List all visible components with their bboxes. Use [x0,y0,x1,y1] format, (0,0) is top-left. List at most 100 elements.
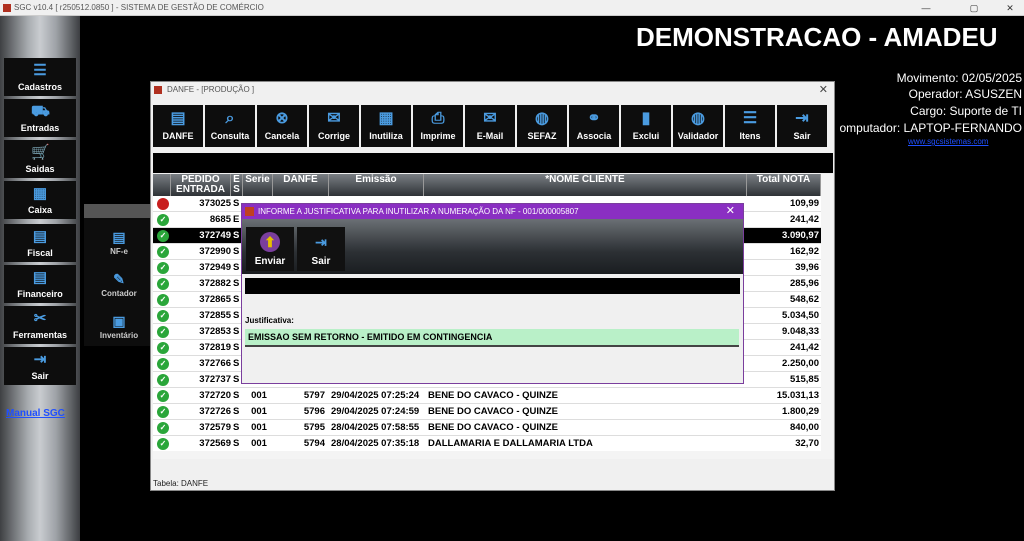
cell-total: 39,96 [795,262,819,273]
table-row[interactable]: ✓ 372579 S 001 5795 28/04/2025 07:58:55 BENE D… [153,420,821,436]
email-icon: ✉ [483,110,497,127]
status-ok-icon: ✓ [157,278,169,290]
cell-total: 2.250,00 [782,358,819,369]
cell-pedido: 372737 [199,374,231,385]
toolbar-sefaz-button[interactable]: ◍ SEFAZ [517,105,567,147]
cell-pedido: 372569 [199,438,231,449]
sidebar-item-fiscal[interactable]: ▤ Fiscal [4,224,76,262]
accountant-icon: ✎ [113,271,125,287]
subpanel-item-nfe[interactable]: ▤ NF-e [86,226,152,262]
list-icon: ☰ [742,110,758,127]
minimize-button[interactable]: — [912,0,940,16]
col-emissao-header[interactable]: Emissão [329,174,424,196]
justificativa-input[interactable]: EMISSAO SEM RETORNO - EMITIDO EM CONTING… [245,329,739,347]
col-es-header[interactable]: E S [231,174,243,196]
danfe-title: DANFE - [PRODUÇÃO ] [167,85,255,94]
main-sidebar: ☰ Cadastros ⛟ Entradas 🛒 Saidas ▦ Caixa ▤ Fis… [0,16,80,541]
sidebar-item-saidas[interactable]: 🛒 Saidas [4,140,76,178]
status-ok-icon: ✓ [157,326,169,338]
sidebar-item-financeiro[interactable]: ▤ Financeiro [4,265,76,303]
grid-header: PEDIDO ENTRADA E S Serie DANFE Emissão *… [153,174,833,196]
col-serie-header[interactable]: Serie [243,174,273,196]
mail-icon: ✉ [327,110,341,127]
app-logo-icon [3,4,11,12]
fiscal-subpanel: ▤ NF-e ✎ Contador ▣ Inventário [84,204,154,346]
operador-info: Operador: ASUSZEN [908,87,1022,101]
grid-horizontal-scrollbar[interactable] [153,451,821,459]
finance-doc-icon: ▤ [32,269,48,286]
app-title: SGC v10.4 [ r250512.0850 ] - SISTEMA DE … [14,3,264,12]
toolbar-sair-button[interactable]: ⇥ Sair [777,105,827,147]
danfe-logo-icon [154,86,162,94]
dialog-sair-button[interactable]: ⇥ Sair [297,227,345,271]
justificativa-dialog: INFORME A JUSTIFICATIVA PARA INUTILIZAR … [241,203,744,384]
cell-emissao: 29/04/2025 07:25:24 [331,390,420,401]
status-bar: Tabela: DANFE [153,479,209,488]
truck-icon: ⛟ [31,103,50,120]
status-ok-icon: ✓ [157,262,169,274]
cell-pedido: 372882 [199,278,231,289]
table-row[interactable]: ✓ 372720 S 001 5797 29/04/2025 07:25:24 BENE D… [153,388,821,404]
cell-total: 241,42 [789,342,819,353]
maximize-button[interactable]: ▢ [960,0,988,16]
cell-pedido: 372949 [199,262,231,273]
table-row[interactable]: ✓ 372726 S 001 5796 29/04/2025 07:24:59 BENE D… [153,404,821,420]
trash-icon: ▮ [641,110,651,127]
website-link[interactable]: www.sgcsistemas.com [908,137,988,146]
tools-icon: ✂ [33,310,47,327]
cart-icon: 🛒 [31,144,50,161]
toolbar-danfe-button[interactable]: ▤ DANFE [153,105,203,147]
col-cliente-header[interactable]: *NOME CLIENTE [424,174,747,196]
grid-vertical-scrollbar[interactable] [821,174,833,459]
close-window-button[interactable]: ✕ [996,0,1024,16]
subpanel-item-inventario[interactable]: ▣ Inventário [86,310,152,346]
toolbar-associa-button[interactable]: ⚭ Associa [569,105,619,147]
toolbar-inutiliza-button[interactable]: ▦ Inutiliza [361,105,411,147]
cell-total: 3.090,97 [782,230,819,241]
cell-serie: 001 [251,422,267,433]
cell-total: 241,42 [789,214,819,225]
status-ok-icon: ✓ [157,390,169,402]
status-ok-icon: ✓ [157,358,169,370]
exit-door-icon: ⇥ [315,234,327,250]
dialog-toolbar: ⬆ Enviar ⇥ Sair [242,219,743,274]
danfe-filter-bar[interactable] [153,153,833,173]
dialog-close-button[interactable]: ✕ [726,204,735,219]
danfe-close-button[interactable]: ✕ [819,82,828,98]
search-icon: ⌕ [225,110,235,127]
toolbar-exclui-button[interactable]: ▮ Exclui [621,105,671,147]
sidebar-item-sair[interactable]: ⇥ Sair [4,347,76,385]
toolbar-corrige-button[interactable]: ✉ Corrige [309,105,359,147]
col-total-header[interactable]: Total NOTA [747,174,821,196]
col-danfe-header[interactable]: DANFE [273,174,329,196]
cell-cliente: DALLAMARIA E DALLAMARIA LTDA [428,438,593,449]
enviar-button[interactable]: ⬆ Enviar [246,227,294,271]
col-pedido-header[interactable]: PEDIDO ENTRADA [171,174,231,196]
exit-door-icon: ⇥ [795,110,809,127]
sidebar-item-entradas[interactable]: ⛟ Entradas [4,99,76,137]
manual-link[interactable]: Manual SGC [6,408,65,419]
danfe-toolbar: ▤ DANFE ⌕ Consulta ⊗ Cancela ✉ Corrige ▦ Inut… [153,103,833,147]
cell-total: 548,62 [789,294,819,305]
status-ok-icon: ✓ [157,406,169,418]
table-row[interactable]: ✓ 372569 S 001 5794 28/04/2025 07:35:18 DALLAM… [153,436,821,452]
cell-emissao: 28/04/2025 07:35:18 [331,438,420,449]
toolbar-itens-button[interactable]: ☰ Itens [725,105,775,147]
toolbar-consulta-button[interactable]: ⌕ Consulta [205,105,255,147]
cell-total: 32,70 [795,438,819,449]
computador-info: omputador: LAPTOP-FERNANDO [839,121,1022,135]
subpanel-item-contador[interactable]: ✎ Contador [86,268,152,304]
dialog-title: INFORME A JUSTIFICATIVA PARA INUTILIZAR … [258,207,579,216]
dialog-title-bar: INFORME A JUSTIFICATIVA PARA INUTILIZAR … [242,204,743,219]
cell-danfe: 5794 [303,438,325,449]
inventory-icon: ▣ [112,313,126,329]
sidebar-item-caixa[interactable]: ▦ Caixa [4,181,76,219]
sidebar-item-cadastros[interactable]: ☰ Cadastros [4,58,76,96]
cell-pedido: 372766 [199,358,231,369]
sidebar-item-ferramentas[interactable]: ✂ Ferramentas [4,306,76,344]
toolbar-imprime-button[interactable]: ⎙ Imprime [413,105,463,147]
toolbar-validador-button[interactable]: ◍ Validador [673,105,723,147]
toolbar-email-button[interactable]: ✉ E-Mail [465,105,515,147]
toolbar-cancela-button[interactable]: ⊗ Cancela [257,105,307,147]
cell-pedido: 372865 [199,294,231,305]
